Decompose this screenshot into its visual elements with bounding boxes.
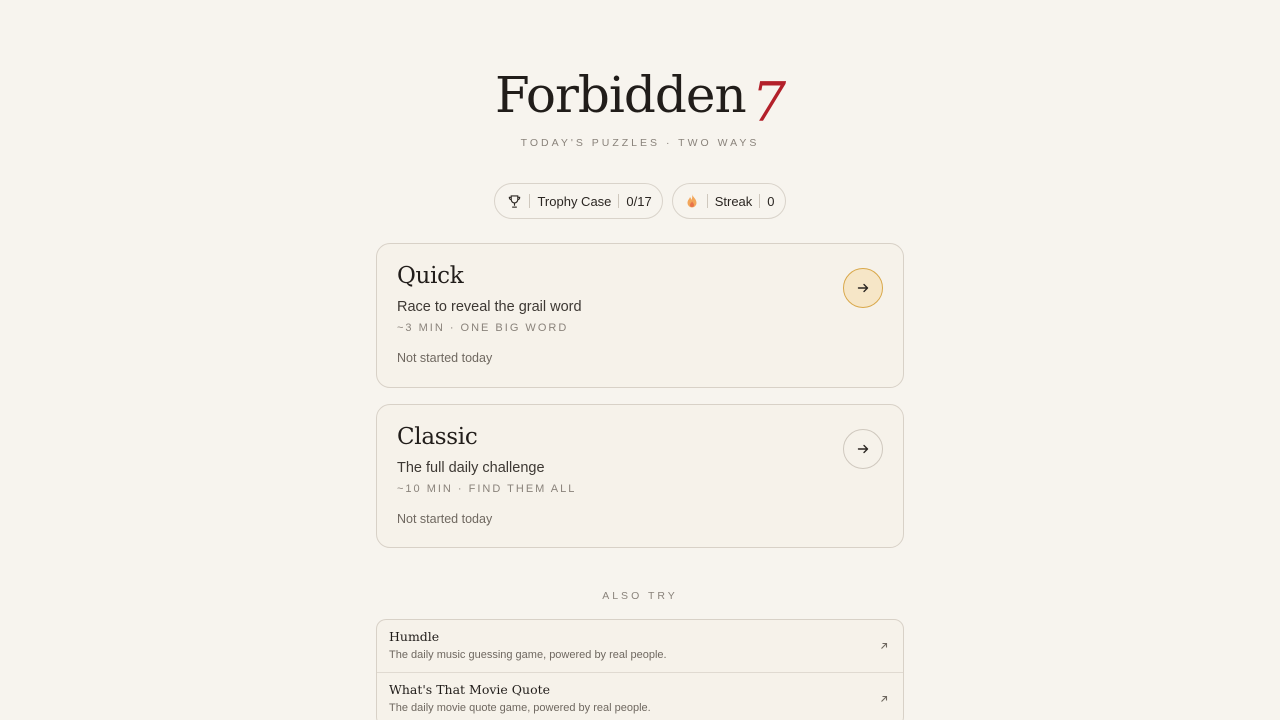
trophy-case-button[interactable]: Trophy Case 0/17 [494, 183, 663, 219]
mode-title: Classic [397, 424, 478, 450]
page-header: Forbidden 7 TODAY'S PUZZLES · TWO WAYS [0, 58, 1280, 149]
page-subtitle: TODAY'S PUZZLES · TWO WAYS [520, 137, 760, 149]
also-try-item-movie-quote[interactable]: What's That Movie Quote The daily movie … [377, 673, 903, 720]
mode-title: Quick [397, 263, 464, 289]
external-link-icon [881, 695, 888, 702]
trophy-case-label: Trophy Case [537, 193, 612, 209]
streak-label: Streak [714, 193, 753, 209]
game-title: Humdle [389, 629, 440, 644]
mode-meta: ~10 MIN · FIND THEM ALL [397, 483, 577, 495]
game-description: The daily movie quote game, powered by r… [389, 702, 651, 714]
also-try-item-humdle[interactable]: Humdle The daily music guessing game, po… [377, 620, 903, 673]
trophy-case-count: 0/17 [626, 193, 652, 209]
pill-divider [618, 194, 620, 208]
title-text: Forbidden [494, 66, 747, 124]
arrow-right-icon [857, 444, 869, 454]
mode-meta: ~3 MIN · ONE BIG WORD [397, 322, 569, 334]
also-try-list: Humdle The daily music guessing game, po… [376, 619, 904, 720]
pill-divider [529, 194, 531, 208]
pill-divider [759, 194, 761, 208]
mode-description: Race to reveal the grail word [397, 299, 582, 315]
game-title: What's That Movie Quote [389, 682, 551, 697]
mode-status: Not started today [397, 512, 493, 526]
title-number: 7 [751, 71, 786, 134]
stats-bar: Trophy Case 0/17 Streak 0 [0, 183, 1280, 219]
play-classic-button[interactable] [843, 429, 883, 469]
mode-description: The full daily challenge [397, 460, 545, 476]
play-quick-button[interactable] [843, 268, 883, 308]
streak-button[interactable]: Streak 0 [671, 183, 786, 219]
classic-mode-card[interactable]: Classic The full daily challenge ~10 MIN… [376, 404, 904, 548]
flame-icon [684, 193, 700, 209]
also-try-heading: ALSO TRY [602, 590, 678, 602]
game-description: The daily music guessing game, powered b… [389, 649, 667, 661]
streak-count: 0 [767, 193, 775, 209]
page-title: Forbidden 7 [0, 58, 1280, 134]
mode-status: Not started today [397, 351, 493, 365]
trophy-icon [506, 193, 522, 209]
pill-divider [706, 194, 708, 208]
quick-mode-card[interactable]: Quick Race to reveal the grail word ~3 M… [376, 243, 904, 388]
arrow-right-icon [857, 283, 869, 293]
external-link-icon [881, 642, 888, 649]
